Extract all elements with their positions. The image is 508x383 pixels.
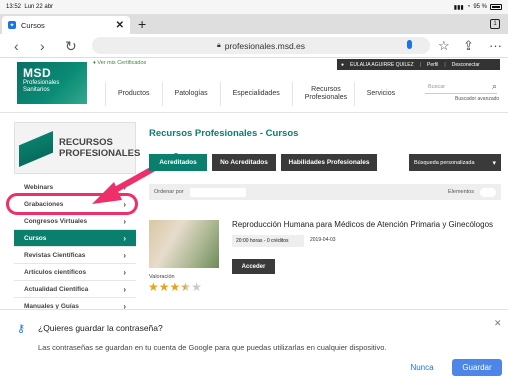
msd-favicon-icon: ✦ — [8, 21, 16, 29]
sidebar-item-congresos-virtuales[interactable]: Congresos Virtuales › — [14, 213, 136, 230]
share-icon[interactable]: ⇪ — [463, 37, 474, 55]
user-bar: ● EULALIA AGUIRRE QUILEZ | Perfil | Desc… — [337, 59, 500, 70]
signal-icon: ▮▮▮ — [453, 4, 464, 11]
sort-bar: Ordenar por Elementos — [149, 184, 501, 200]
back-icon[interactable]: ‹ — [14, 37, 19, 55]
course-title[interactable]: Reproducción Humana para Médicos de Aten… — [232, 220, 493, 229]
chevron-right-icon: › — [123, 284, 126, 294]
course-thumbnail[interactable] — [149, 220, 219, 268]
sidebar: RECURSOS PROFESIONALES Webinars › Grabacio… — [14, 122, 140, 315]
filter-acreditados[interactable]: Acreditados — [149, 154, 207, 171]
site-search-input[interactable]: Buscar ⌕ — [425, 80, 497, 94]
filter-no-acreditados[interactable]: No Acreditados — [212, 154, 276, 171]
star-icon: ★ — [148, 280, 159, 294]
user-icon: ● — [341, 61, 345, 68]
sort-select[interactable] — [189, 187, 246, 197]
star-icon: ★ — [169, 280, 181, 294]
new-tab-button[interactable]: + — [138, 16, 146, 32]
chevron-right-icon: › — [123, 250, 126, 260]
close-tab-icon[interactable]: ✕ — [116, 20, 124, 31]
elements-toggle[interactable] — [480, 187, 496, 197]
tab-count-button[interactable]: 1 — [490, 19, 500, 29]
star-icon: ★ — [158, 280, 170, 294]
tab-strip: ✦ Cursos ✕ + 1 — [0, 14, 508, 34]
chevron-right-icon: › — [123, 216, 126, 226]
address-bar[interactable]: 🔒︎ profesionales.msd.es — [92, 37, 430, 54]
logout-link[interactable]: Desconectar — [452, 62, 480, 68]
nav-recursos-profesionales[interactable]: Recursos Profesionales — [291, 82, 354, 106]
battery-level: 95 % — [473, 4, 487, 10]
search-icon[interactable]: ⌕ — [492, 81, 497, 92]
main-nav: Productos Patologías Especialidades Recu… — [105, 82, 407, 106]
nav-servicios[interactable]: Servicios — [353, 82, 407, 106]
bookmark-star-icon[interactable]: ☆ — [438, 37, 450, 55]
prompt-question: ¿Quieres guardar la contraseña? — [38, 323, 163, 333]
chevron-right-icon: › — [123, 233, 126, 243]
lock-icon: 🔒︎ — [216, 41, 221, 49]
microphone-icon[interactable] — [407, 40, 412, 49]
recursos-leaf-icon — [19, 131, 53, 167]
status-indicators: ▮▮▮ ◔ 95 % — [454, 4, 502, 11]
menu-dots-icon[interactable]: ··· — [489, 37, 502, 55]
nav-patologias[interactable]: Patologías — [161, 82, 220, 106]
sidebar-item-articulos-cientificos[interactable]: Artículos científicos › — [14, 264, 136, 281]
nav-productos[interactable]: Productos — [105, 82, 162, 106]
course-hours: 20:00 horas - 0 créditos — [232, 235, 304, 247]
sidebar-item-revistas-cientificas[interactable]: Revistas Científicas › — [14, 247, 136, 264]
chevron-right-icon: › — [123, 267, 126, 277]
profile-link[interactable]: Perfil — [427, 62, 438, 68]
rating-stars: ★★★★★ — [148, 280, 202, 294]
certificate-icon: ♦ — [93, 60, 96, 66]
address-url: profesionales.msd.es — [224, 40, 306, 51]
access-button[interactable]: Acceder — [232, 259, 275, 274]
chevron-down-icon: ▾ — [492, 159, 496, 167]
key-icon: ⚷ — [17, 323, 26, 335]
status-time: 13:52 Lun 22 abr — [6, 4, 54, 10]
filter-habilidades-profesionales[interactable]: Habilidades Profesionales — [281, 154, 377, 171]
sort-label: Ordenar por — [154, 189, 184, 195]
prompt-message: Las contraseñas se guardan en tu cuenta … — [38, 343, 387, 352]
star-icon: ★ — [191, 280, 202, 294]
half-star-icon: ★ — [180, 280, 192, 294]
forward-icon[interactable]: › — [40, 37, 45, 55]
save-password-prompt: ⚷ ¿Quieres guardar la contraseña? ✕ Las … — [0, 309, 508, 383]
user-name: EULALIA AGUIRRE QUILEZ — [350, 61, 414, 68]
course-date: 2019-04-03 — [310, 237, 336, 243]
save-button[interactable]: Guardar — [452, 359, 502, 376]
battery-icon — [490, 4, 502, 10]
close-icon[interactable]: ✕ — [494, 318, 502, 329]
site-header: MSD Profesionales Sanitarios ♦ Ver mis C… — [0, 58, 508, 113]
page-title: Recursos Profesionales - Cursos — [149, 128, 299, 139]
advanced-search-link[interactable]: Buscador avanzado — [455, 96, 499, 102]
sidebar-item-cursos[interactable]: Cursos › — [14, 230, 136, 247]
never-button[interactable]: Nunca — [402, 359, 442, 376]
elements-label: Elementos — [448, 189, 474, 195]
browser-toolbar: ‹ › ↻ 🔒︎ profesionales.msd.es ☆ ⇪ ··· — [0, 34, 508, 58]
tab-title: Cursos — [21, 20, 45, 30]
reload-icon[interactable]: ↻ — [65, 37, 77, 55]
tab-cursos[interactable]: ✦ Cursos ✕ — [2, 16, 130, 34]
msd-logo[interactable]: MSD Profesionales Sanitarios — [17, 62, 87, 104]
nav-especialidades[interactable]: Especialidades — [219, 82, 292, 106]
status-bar: 13:52 Lun 22 abr ▮▮▮ ◔ 95 % — [0, 0, 508, 14]
wifi-icon: ◔ — [466, 4, 471, 10]
certificates-link[interactable]: ♦ Ver mis Certificados — [93, 60, 146, 66]
sidebar-item-actualidad-cientifica[interactable]: Actualidad Científica › — [14, 281, 136, 298]
custom-search-dropdown[interactable]: Búsqueda personalizada ▾ — [409, 154, 501, 171]
